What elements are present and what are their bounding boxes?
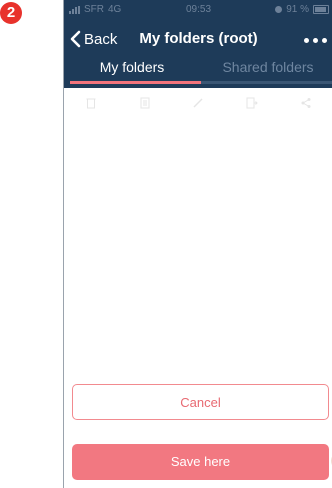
phone-screen: SFR 4G 09:53 91 % Back My folders (root) bbox=[63, 0, 332, 488]
folder-tabs: My folders Shared folders bbox=[64, 56, 332, 88]
page-title: My folders (root) bbox=[139, 30, 258, 47]
file-toolbar bbox=[64, 90, 332, 116]
battery-percent: 91 % bbox=[286, 4, 309, 15]
pencil-icon[interactable] bbox=[192, 97, 204, 109]
move-icon[interactable] bbox=[246, 97, 258, 109]
folder-list-area bbox=[64, 118, 332, 378]
header-bar: SFR 4G 09:53 91 % Back My folders (root) bbox=[64, 0, 332, 88]
save-here-button[interactable]: Save here bbox=[72, 444, 329, 480]
document-icon[interactable] bbox=[139, 97, 151, 109]
tab-track bbox=[201, 81, 332, 84]
active-tab-indicator bbox=[70, 81, 201, 84]
status-right: 91 % bbox=[275, 4, 329, 15]
nav-bar: Back My folders (root) bbox=[64, 26, 332, 54]
cancel-button[interactable]: Cancel bbox=[72, 384, 329, 420]
trash-icon[interactable] bbox=[85, 97, 97, 109]
step-badge: 2 bbox=[0, 2, 22, 24]
share-icon[interactable] bbox=[300, 97, 312, 109]
tab-shared-folders[interactable]: Shared folders bbox=[200, 59, 332, 75]
status-bar: SFR 4G 09:53 91 % bbox=[64, 0, 332, 20]
tab-my-folders[interactable]: My folders bbox=[64, 59, 200, 75]
battery-icon bbox=[313, 5, 329, 14]
alarm-icon bbox=[275, 6, 283, 13]
more-options-icon[interactable] bbox=[304, 38, 327, 43]
